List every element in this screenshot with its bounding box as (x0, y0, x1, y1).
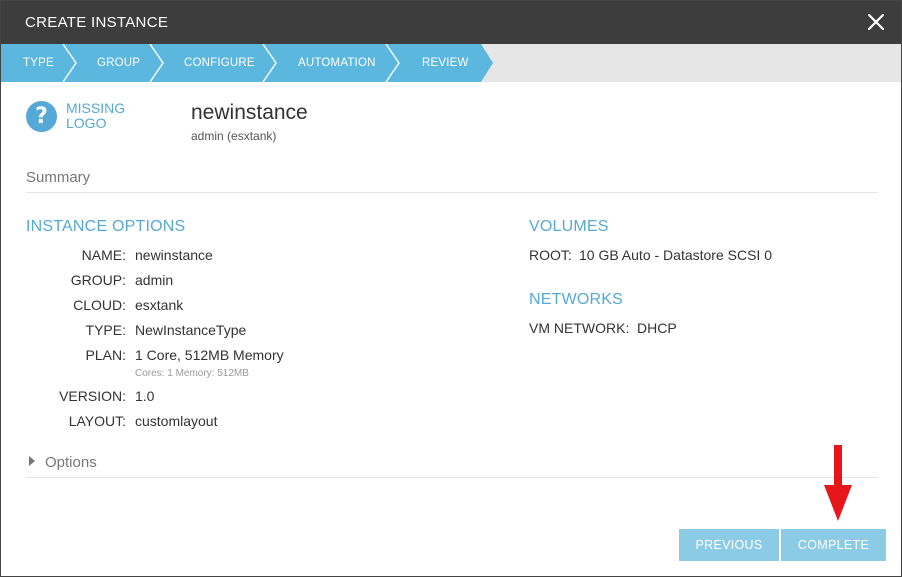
instance-options-heading: INSTANCE OPTIONS (26, 218, 186, 235)
version-label: VERSION: (59, 388, 126, 404)
networks-heading: NETWORKS (529, 291, 624, 308)
options-toggle[interactable]: Options (29, 454, 97, 471)
modal-header: CREATE INSTANCE (1, 1, 901, 44)
step-automation[interactable]: AUTOMATION (298, 57, 376, 69)
caret-right-icon (29, 456, 35, 466)
group-label: GROUP: (70, 272, 126, 288)
root-volume-label: ROOT: (529, 247, 572, 263)
complete-button[interactable]: COMPLETE (781, 529, 886, 561)
name-label: NAME: (81, 247, 126, 263)
options-label: Options (45, 454, 97, 471)
close-icon[interactable] (863, 9, 889, 35)
step-group[interactable]: GROUP (97, 57, 140, 69)
cloud-value: esxtank (135, 297, 184, 313)
previous-button[interactable]: PREVIOUS (679, 529, 779, 561)
vm-network-label: VM NETWORK: (529, 320, 630, 336)
layout-value: customlayout (135, 413, 218, 429)
group-value: admin (135, 272, 174, 288)
cloud-label: CLOUD: (73, 297, 126, 313)
wizard-steps: TYPE GROUP CONFIGURE AUTOMATION REVIEW (1, 44, 901, 82)
type-value: NewInstanceType (135, 322, 247, 338)
divider (26, 477, 878, 478)
type-label: TYPE: (85, 322, 126, 338)
vm-network-value: DHCP (637, 320, 677, 336)
red-arrow-annotation (824, 445, 852, 521)
plan-value: 1 Core, 512MB Memory (135, 347, 284, 363)
name-value: newinstance (135, 247, 213, 263)
root-volume-value: 10 GB Auto - Datastore SCSI 0 (579, 247, 772, 263)
question-icon: ? (26, 101, 57, 132)
layout-label: LAYOUT: (68, 413, 126, 429)
step-configure[interactable]: CONFIGURE (184, 57, 255, 69)
summary-heading: Summary (26, 169, 91, 186)
instance-name-heading: newinstance (191, 101, 308, 124)
plan-note: Cores: 1 Memory: 512MB (135, 368, 249, 379)
step-type[interactable]: TYPE (23, 57, 54, 69)
divider (26, 192, 878, 193)
version-value: 1.0 (135, 388, 155, 404)
volumes-heading: VOLUMES (529, 218, 609, 235)
instance-subtitle: admin (esxtank) (191, 129, 277, 143)
modal-title: CREATE INSTANCE (25, 14, 169, 31)
step-review[interactable]: REVIEW (422, 57, 469, 69)
create-instance-modal: CREATE INSTANCE TYPE GROUP CONFIGURE AUT… (0, 0, 902, 577)
plan-label: PLAN: (85, 347, 126, 363)
missing-logo-text: MISSING LOGO (66, 100, 126, 131)
